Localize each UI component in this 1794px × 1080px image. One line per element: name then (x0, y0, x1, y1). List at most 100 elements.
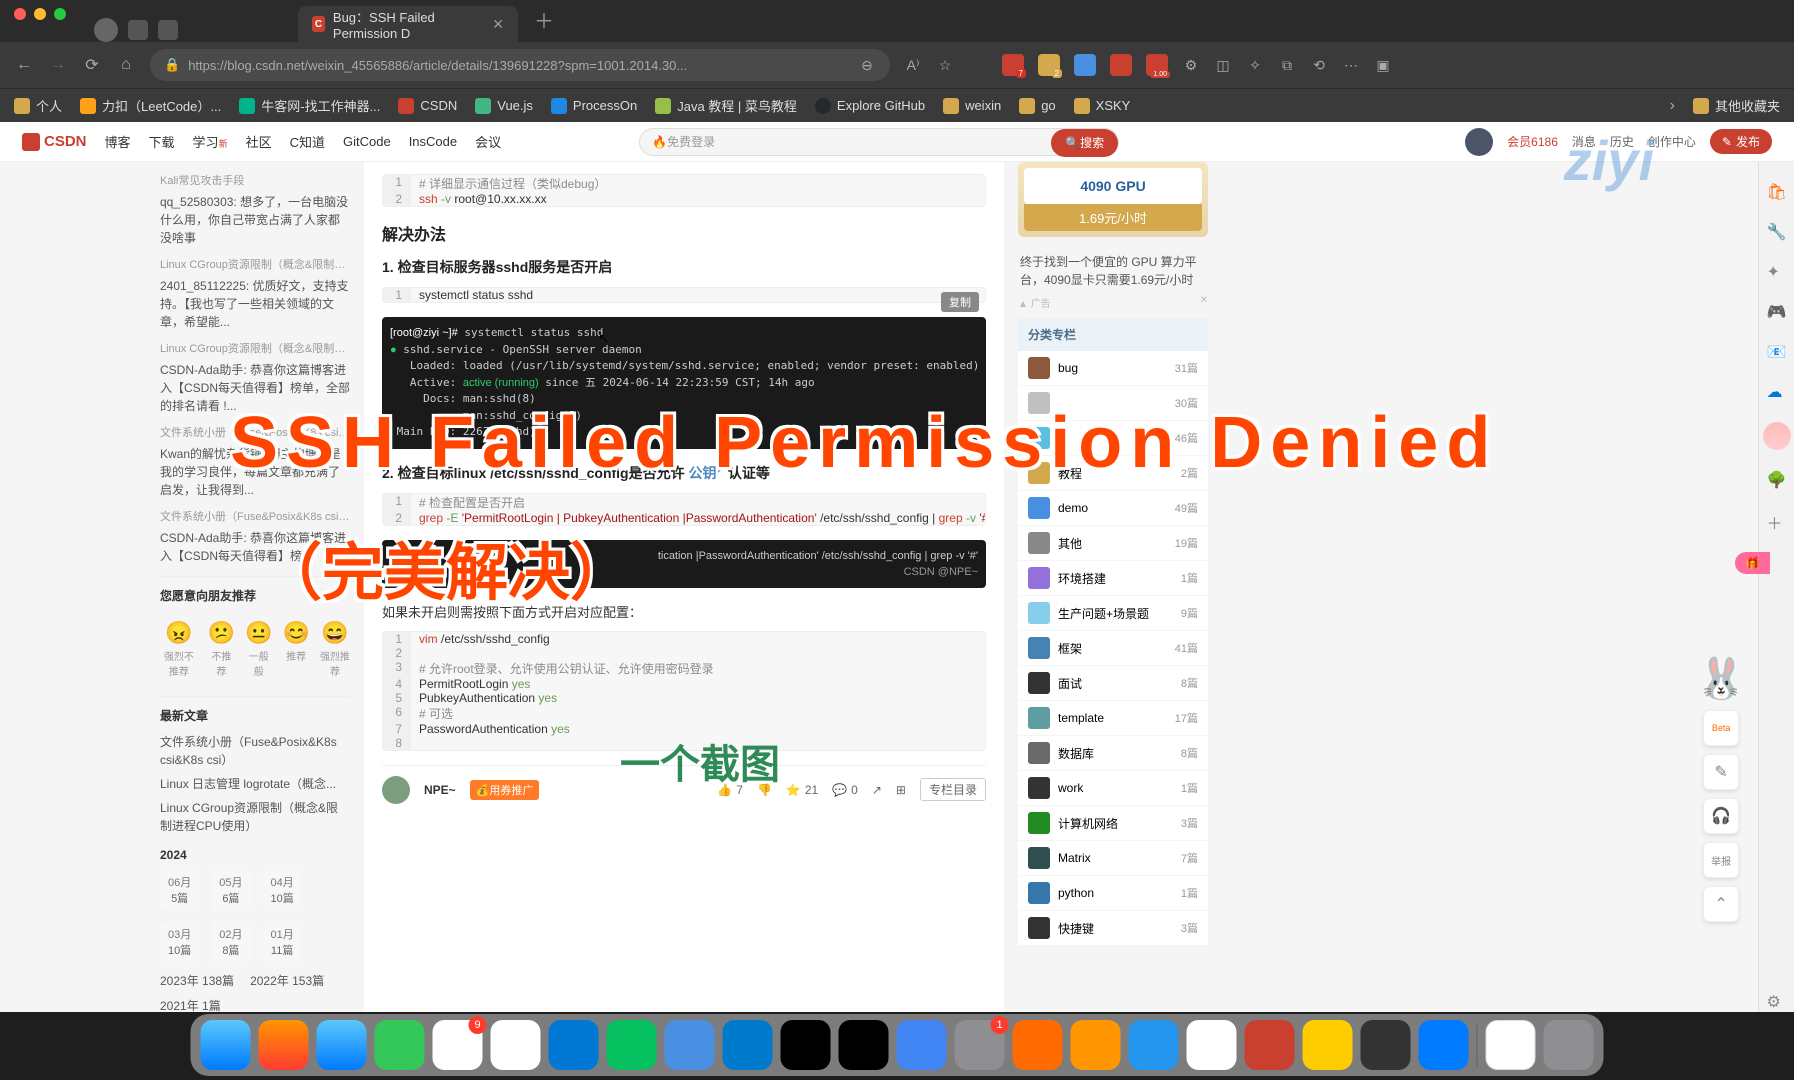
category-item[interactable]: 框架41篇 (1018, 631, 1208, 666)
latest-article[interactable]: Linux 日志管理 logrotate（概念... (160, 772, 350, 796)
archive-month[interactable]: 04月10篇 (263, 870, 302, 910)
extension-3-icon[interactable] (1074, 54, 1096, 76)
nav-blog[interactable]: 博客 (105, 132, 131, 151)
latest-article[interactable]: 文件系统小册（Fuse&Posix&K8s csi&K8s csi） (160, 730, 350, 772)
refresh-button-icon[interactable]: ⟳ (82, 55, 102, 75)
nav-download[interactable]: 下载 (149, 132, 175, 151)
dock-app5-icon[interactable] (1419, 1020, 1469, 1070)
panel-icon[interactable]: ▣ (1374, 56, 1392, 74)
bookmark-processon[interactable]: ProcessOn (551, 98, 637, 114)
read-aloud-icon[interactable]: A⁾ (904, 56, 922, 74)
latest-article[interactable]: Linux CGroup资源限制（概念&限制进程CPU使用） (160, 796, 350, 838)
emoji-rating[interactable]: 😊推荐 (282, 620, 309, 678)
float-headset-icon[interactable]: 🎧 (1703, 798, 1739, 834)
edge-tree-icon[interactable]: 🌳 (1767, 470, 1787, 490)
browser-tab[interactable]: C Bug：SSH Failed Permission D ✕ (298, 6, 518, 42)
dock-app2-icon[interactable] (1013, 1020, 1063, 1070)
bookmark-weixin[interactable]: weixin (943, 98, 1001, 114)
dock-app4-icon[interactable] (1361, 1020, 1411, 1070)
dock-docker-icon[interactable] (1129, 1020, 1179, 1070)
back-button-icon[interactable]: ← (14, 56, 34, 74)
close-tab-icon[interactable]: ✕ (492, 16, 504, 33)
nav-meeting[interactable]: 会议 (475, 132, 501, 151)
category-item[interactable]: 其他19篇 (1018, 526, 1208, 561)
dock-mail-icon[interactable]: 9 (433, 1020, 483, 1070)
author-name[interactable]: NPE~ (424, 783, 456, 797)
dock-terminal-icon[interactable] (839, 1020, 889, 1070)
archive-year[interactable]: 2022年 153篇 (250, 972, 324, 989)
archive-month[interactable]: 01月11篇 (263, 922, 302, 962)
category-item[interactable]: bug31篇 (1018, 351, 1208, 386)
star-button[interactable]: ⭐ 21 (786, 783, 818, 797)
float-report[interactable]: 举报 (1703, 842, 1739, 878)
bookmark-other[interactable]: 其他收藏夹 (1693, 96, 1780, 115)
workspace-icon[interactable] (128, 20, 148, 40)
float-beta[interactable]: Beta (1703, 710, 1739, 746)
category-item[interactable]: template17篇 (1018, 701, 1208, 736)
dock-edge-icon[interactable] (549, 1020, 599, 1070)
ad-text[interactable]: 终于找到一个便宜的 GPU 算力平台，4090显卡只需要1.69元/小时 (1018, 247, 1208, 295)
minimize-window-icon[interactable] (34, 8, 46, 20)
bookmark-csdn[interactable]: CSDN (398, 98, 457, 114)
promo-tag[interactable]: 💰用券推广 (470, 780, 540, 800)
float-top-icon[interactable]: ⌃ (1703, 886, 1739, 922)
favorite-icon[interactable]: ☆ (936, 56, 954, 74)
category-item[interactable]: Matrix7篇 (1018, 841, 1208, 876)
dock-vscode-icon[interactable] (723, 1020, 773, 1070)
archive-month[interactable]: 02月8篇 (211, 922, 250, 962)
close-window-icon[interactable] (14, 8, 26, 20)
edge-game-icon[interactable]: 🎮 (1767, 302, 1787, 322)
dock-dingtalk-icon[interactable] (665, 1020, 715, 1070)
nav-community[interactable]: 社区 (246, 132, 272, 151)
dock-messages-icon[interactable] (375, 1020, 425, 1070)
category-item[interactable]: 快捷键3篇 (1018, 911, 1208, 946)
user-avatar[interactable] (1465, 128, 1493, 156)
category-item[interactable]: work1篇 (1018, 771, 1208, 806)
dock-app3-icon[interactable] (1303, 1020, 1353, 1070)
sidebar-comment[interactable]: 2401_85112225: 优质好文，支持支持。【我也写了一些相关领域的文章，… (160, 274, 350, 334)
dock-wechat-icon[interactable] (607, 1020, 657, 1070)
sidebar-toggle-icon[interactable] (158, 20, 178, 40)
sidebar-comment[interactable]: qq_52580303: 想多了，一台电脑没什么用，你自己带宽占满了人家都没啥事 (160, 190, 350, 250)
emoji-rating[interactable]: 😄强烈推荐 (320, 620, 350, 678)
category-item[interactable]: python1篇 (1018, 876, 1208, 911)
bookmark-vue[interactable]: Vue.js (475, 98, 533, 114)
extension-2-icon[interactable]: 2 (1038, 54, 1060, 76)
bookmark-nowcoder[interactable]: 牛客网-找工作神器... (239, 96, 380, 115)
home-button-icon[interactable]: ⌂ (116, 56, 136, 74)
zoom-icon[interactable]: ⊖ (858, 56, 876, 74)
dock-settings-icon[interactable]: 1 (955, 1020, 1005, 1070)
nav-inscode[interactable]: InsCode (409, 134, 457, 149)
bookmark-go[interactable]: go (1019, 98, 1055, 114)
bookmarks-overflow-icon[interactable]: › (1670, 97, 1675, 115)
split-icon[interactable]: ◫ (1214, 56, 1232, 74)
category-item[interactable]: 生产问题+场景题9篇 (1018, 596, 1208, 631)
sidebar-group-title[interactable]: Linux CGroup资源限制（概念&限制进程... (160, 250, 350, 274)
extension-5-icon[interactable]: 1.00 (1146, 54, 1168, 76)
collections-icon[interactable]: ✧ (1246, 56, 1264, 74)
members-link[interactable]: 会员6186 (1507, 133, 1558, 150)
extension-1-icon[interactable]: 7 (1002, 54, 1024, 76)
bookmark-github[interactable]: Explore GitHub (815, 98, 925, 114)
category-item[interactable]: 环境搭建1篇 (1018, 561, 1208, 596)
more-icon[interactable]: ⋯ (1342, 56, 1360, 74)
bookmark-xsky[interactable]: XSKY (1074, 98, 1131, 114)
dock-typora-icon[interactable] (1187, 1020, 1237, 1070)
archive-month[interactable]: 05月6篇 (211, 870, 250, 910)
nav-gitcode[interactable]: GitCode (343, 134, 391, 149)
emoji-rating[interactable]: 😕不推荐 (208, 620, 235, 678)
share-button[interactable]: ↗ (872, 783, 882, 797)
dock-youdao-icon[interactable] (1245, 1020, 1295, 1070)
extensions-icon[interactable]: ⚙ (1182, 56, 1200, 74)
dock-app1-icon[interactable] (897, 1020, 947, 1070)
dock-chrome-icon[interactable] (491, 1020, 541, 1070)
bookmark-personal[interactable]: 个人 (14, 96, 62, 115)
edge-settings-icon[interactable]: ⚙ (1767, 992, 1787, 1012)
tabs-icon[interactable]: ⧉ (1278, 56, 1296, 74)
emoji-rating[interactable]: 😠强烈不推荐 (160, 620, 198, 678)
column-menu-button[interactable]: 专栏目录 (920, 778, 986, 801)
dock-goland-icon[interactable] (781, 1020, 831, 1070)
dock-finder-icon[interactable] (201, 1020, 251, 1070)
emoji-rating[interactable]: 😐一般般 (245, 620, 272, 678)
nav-cknow[interactable]: C知道 (290, 132, 325, 151)
